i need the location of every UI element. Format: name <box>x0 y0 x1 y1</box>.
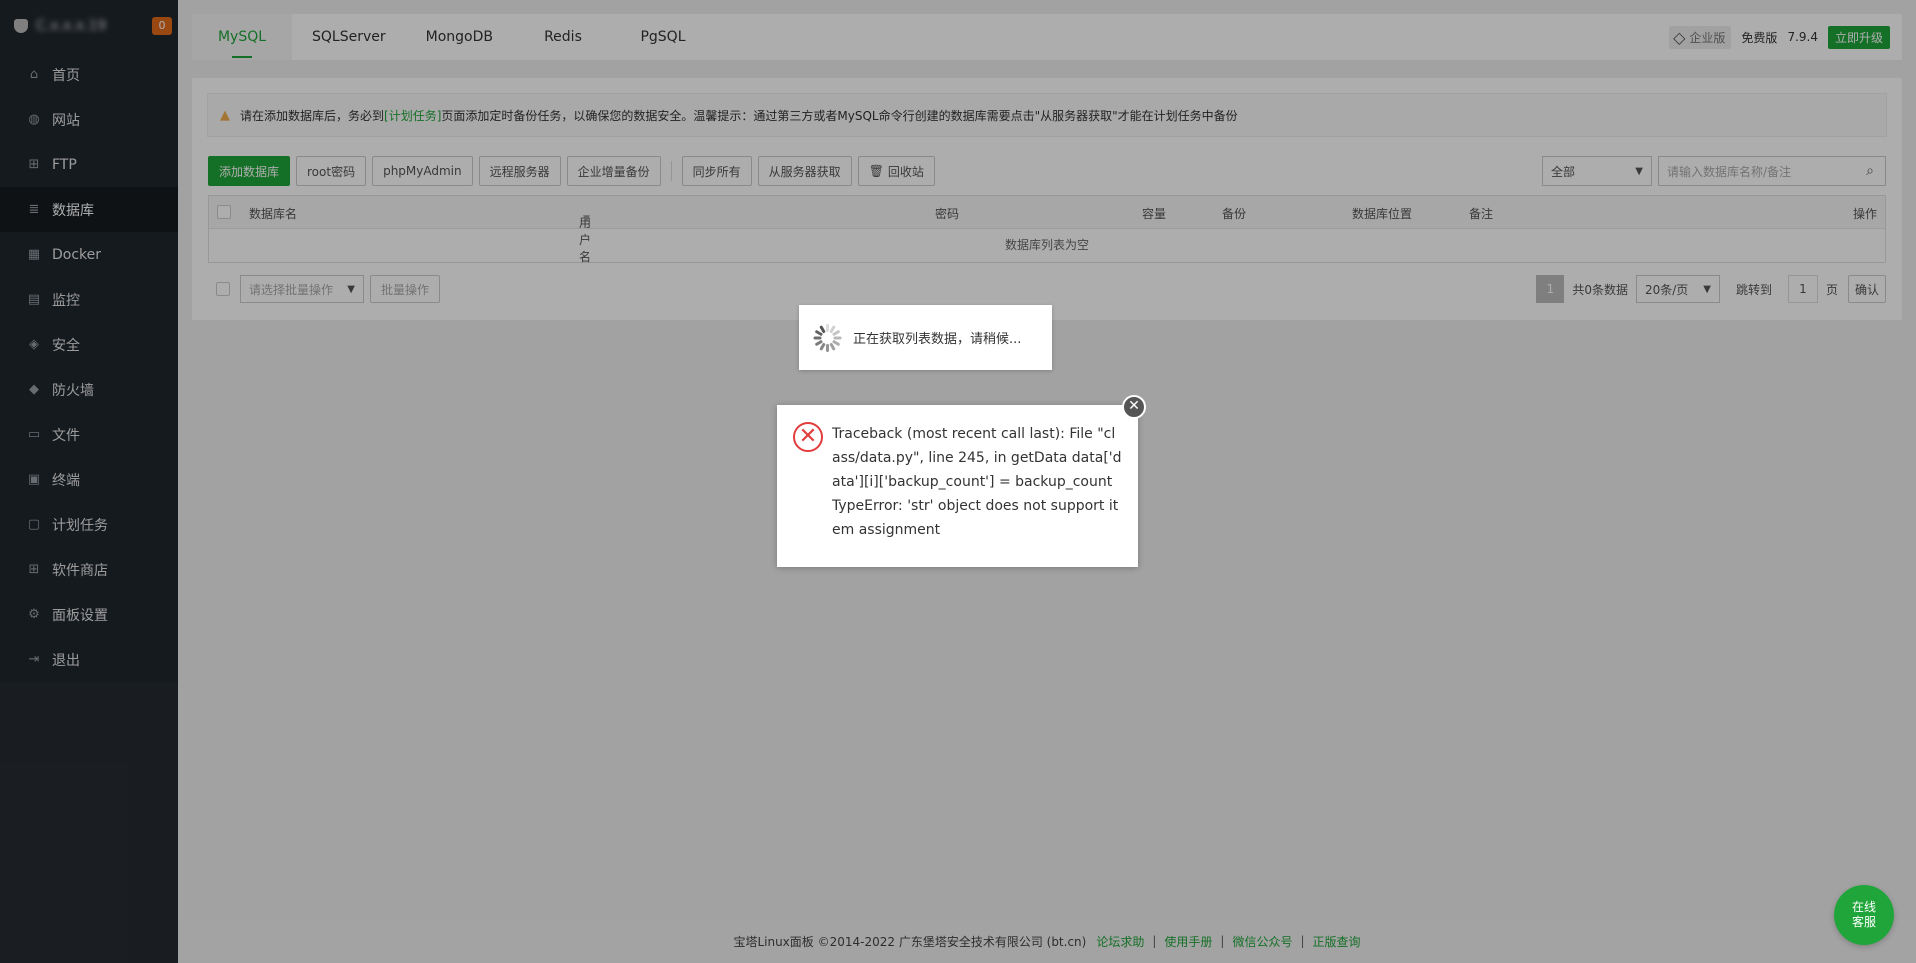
online-service-button[interactable]: 在线 客服 <box>1834 885 1894 945</box>
spinner-spoke <box>833 336 842 339</box>
service-line-2: 客服 <box>1851 915 1876 929</box>
error-x-icon: ✕ <box>793 422 823 452</box>
error-message: Traceback (most recent call last): File … <box>832 426 1122 538</box>
service-line-1: 在线 <box>1851 900 1876 914</box>
error-dialog: ✕ ✕ Traceback (most recent call last): F… <box>777 395 1146 567</box>
close-icon[interactable]: ✕ <box>1122 395 1146 419</box>
spinner-spoke <box>813 336 822 339</box>
spinner-spoke <box>826 323 829 332</box>
loading-spinner-icon <box>813 323 843 353</box>
loading-text: 正在获取列表数据，请稍候... <box>853 332 1022 347</box>
spinner-spoke <box>826 343 829 352</box>
loading-toast: 正在获取列表数据，请稍候... <box>799 305 1052 370</box>
